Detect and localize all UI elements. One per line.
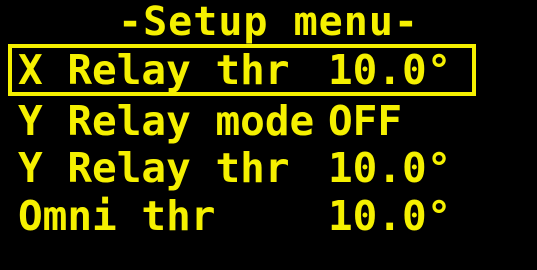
menu-item-omni-thr[interactable]: Omni thr 10.0° [8,190,476,242]
menu-item-label: X Relay thr [18,46,290,94]
menu-item-y-relay-thr[interactable]: Y Relay thr 10.0° [8,142,476,194]
menu-item-label: Omni thr [18,192,216,240]
menu-item-value: OFF [328,97,403,145]
menu-item-value: 10.0° [328,144,452,192]
menu-item-value: 10.0° [328,46,452,94]
menu-item-x-relay-thr[interactable]: X Relay thr 10.0° [8,44,476,96]
setup-menu-screen: -Setup menu- X Relay thr 10.0° Y Relay m… [0,0,537,270]
menu-title: -Setup menu- [118,0,419,45]
menu-item-y-relay-mode[interactable]: Y Relay mode OFF [8,95,476,147]
menu-item-label: Y Relay mode [18,97,315,145]
menu-item-label: Y Relay thr [18,144,290,192]
menu-item-value: 10.0° [328,192,452,240]
